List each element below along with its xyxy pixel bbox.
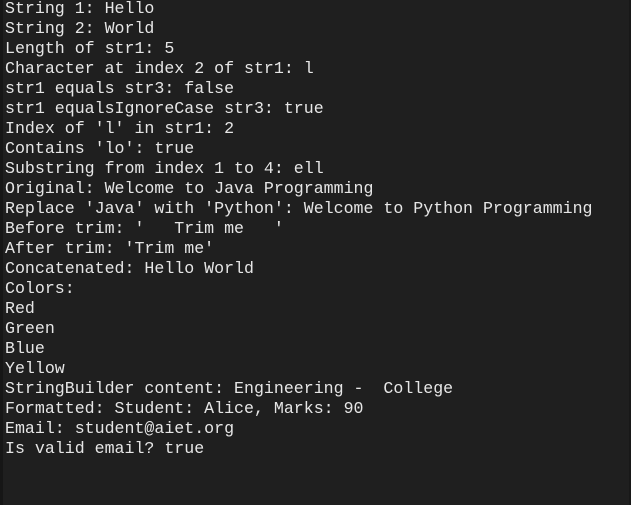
console-line-color-red: Red <box>5 299 35 318</box>
console-line-color-blue: Blue <box>5 339 45 358</box>
console-line-color-green: Green <box>5 319 55 338</box>
console-line-substring: Substring from index 1 to 4: ell <box>5 159 324 178</box>
console-line-colors-header: Colors: <box>5 279 75 298</box>
console-line-equals: str1 equals str3: false <box>5 79 235 98</box>
console-line-valid-email: Is valid email? true <box>5 439 205 458</box>
console-line-after-trim: After trim: 'Trim me' <box>5 239 215 258</box>
console-line-before-trim: Before trim: ' Trim me ' <box>5 219 284 238</box>
console-line-email: Email: student@aiet.org <box>5 419 235 438</box>
panel-left-border <box>0 0 3 505</box>
console-line-equals-ignore-case: str1 equalsIgnoreCase str3: true <box>5 99 324 118</box>
console-line-original: Original: Welcome to Java Programming <box>5 179 374 198</box>
console-output-panel[interactable]: String 1: Hello String 2: World Length o… <box>0 0 631 505</box>
console-line-formatted: Formatted: Student: Alice, Marks: 90 <box>5 399 364 418</box>
console-line-concatenated: Concatenated: Hello World <box>5 259 254 278</box>
console-line-contains: Contains 'lo': true <box>5 139 195 158</box>
console-output: String 1: Hello String 2: World Length o… <box>5 0 593 459</box>
console-line-char-at: Character at index 2 of str1: l <box>5 59 314 78</box>
console-line-stringbuilder: StringBuilder content: Engineering - Col… <box>5 379 454 398</box>
console-line-replace: Replace 'Java' with 'Python': Welcome to… <box>5 199 593 218</box>
console-line-string2: String 2: World <box>5 19 155 38</box>
console-line-string1: String 1: Hello <box>5 0 155 18</box>
console-line-color-yellow: Yellow <box>5 359 65 378</box>
console-line-index-of: Index of 'l' in str1: 2 <box>5 119 235 138</box>
console-line-length: Length of str1: 5 <box>5 39 175 58</box>
